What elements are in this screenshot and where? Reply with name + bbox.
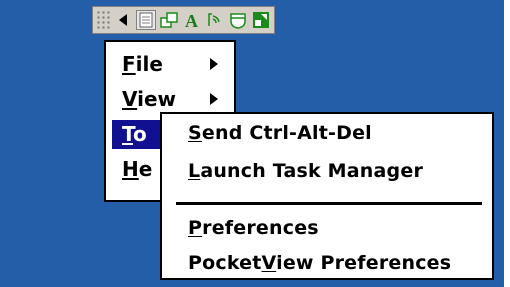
menu-separator xyxy=(176,202,482,205)
menu-item-tools-label: o xyxy=(133,122,147,146)
menu-item-file[interactable]: File xyxy=(112,50,228,79)
screen-edge xyxy=(504,0,510,287)
menu-item-view-mnemonic: V xyxy=(122,87,138,111)
menu-item-file-mnemonic: F xyxy=(122,52,136,76)
submenu-item-label: end Ctrl-Alt-Del xyxy=(201,122,372,144)
left-arrow-icon[interactable] xyxy=(113,10,133,30)
expand-icon[interactable] xyxy=(251,10,271,30)
font-a-icon[interactable]: A xyxy=(182,10,202,30)
submenu-item-pocketview-preferences[interactable]: PocketView Preferences xyxy=(188,252,451,274)
submenu-item-send-ctrl-alt-del[interactable]: Send Ctrl-Alt-Del xyxy=(188,122,372,144)
menu-item-view[interactable]: View xyxy=(112,85,228,114)
submenu-item-launch-task-manager[interactable]: Launch Task Manager xyxy=(188,160,423,182)
submenu-item-preferences[interactable]: Preferences xyxy=(188,217,319,239)
shield-icon[interactable] xyxy=(228,10,248,30)
document-icon[interactable] xyxy=(136,10,156,30)
submenu-arrow-icon xyxy=(210,58,218,70)
menu-item-help-mnemonic: H xyxy=(122,157,139,181)
submenu-arrow-icon xyxy=(210,93,218,105)
submenu-item-label: aunch Task Manager xyxy=(200,160,424,182)
grip-icon[interactable] xyxy=(96,10,110,30)
submenu-item-mnemonic: P xyxy=(188,217,203,239)
windows-icon[interactable] xyxy=(159,10,179,30)
menu-item-view-label: iew xyxy=(137,87,177,111)
wireless-icon[interactable] xyxy=(205,10,225,30)
toolbar: A xyxy=(92,6,275,34)
submenu-item-mnemonic: V xyxy=(261,252,277,274)
menu-item-help-label: e xyxy=(138,157,153,181)
submenu-item-mnemonic: L xyxy=(188,160,201,182)
submenu-item-mnemonic: S xyxy=(188,122,202,144)
svg-text:A: A xyxy=(185,11,198,29)
menu-item-file-label: ile xyxy=(135,52,163,76)
submenu-item-label: iew Preferences xyxy=(276,252,452,274)
submenu-item-label: references xyxy=(202,217,319,239)
menu-item-tools-mnemonic: T xyxy=(122,122,133,146)
tools-submenu: Send Ctrl-Alt-Del Launch Task Manager Pr… xyxy=(160,112,494,280)
submenu-item-prefix: Pocket xyxy=(188,252,262,274)
